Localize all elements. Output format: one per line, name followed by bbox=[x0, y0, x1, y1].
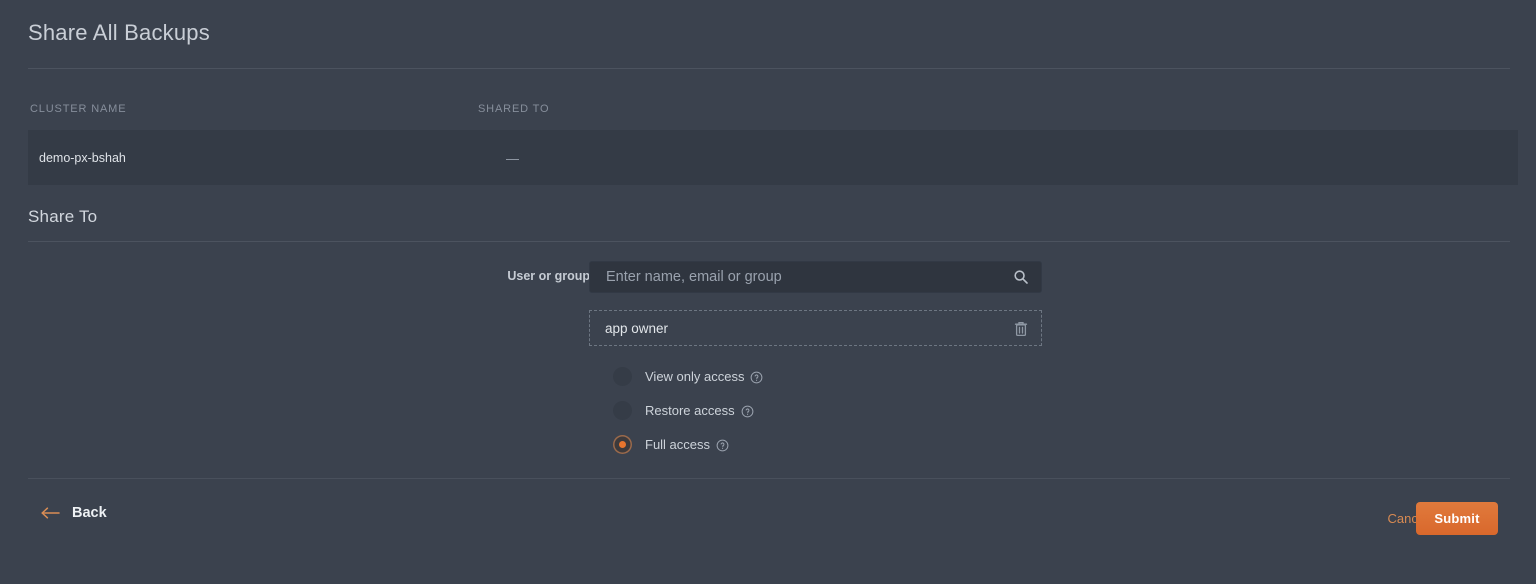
radio-option-restore-access[interactable]: Restore access bbox=[613, 393, 763, 427]
table-row[interactable]: demo-px-bshah — bbox=[28, 130, 1518, 185]
back-button[interactable]: Back bbox=[40, 505, 107, 521]
radio-mark[interactable] bbox=[613, 400, 632, 420]
header-divider bbox=[28, 68, 1510, 69]
radio-option-full-access[interactable]: Full access bbox=[613, 427, 763, 461]
help-circle-icon[interactable] bbox=[741, 405, 754, 418]
cell-shared-to: — bbox=[506, 151, 519, 166]
selected-user-chip[interactable]: app owner bbox=[589, 310, 1042, 346]
user-search-field[interactable] bbox=[589, 261, 1042, 293]
submit-button[interactable]: Submit bbox=[1416, 502, 1498, 535]
share-to-section-title: Share To bbox=[28, 207, 98, 226]
radio-label: Full access bbox=[645, 436, 711, 452]
column-header-shared-to: SHARED TO bbox=[478, 103, 550, 115]
help-circle-icon[interactable] bbox=[716, 439, 729, 452]
selected-user-name: app owner bbox=[605, 321, 669, 336]
help-circle-icon[interactable] bbox=[750, 371, 763, 384]
back-button-label: Back bbox=[72, 505, 107, 521]
cell-cluster-name: demo-px-bshah bbox=[39, 151, 126, 165]
radio-option-view-only-access[interactable]: View only access bbox=[613, 359, 763, 393]
radio-mark[interactable] bbox=[613, 366, 632, 386]
footer-divider bbox=[28, 478, 1510, 479]
access-level-radio-group[interactable]: View only access Restore access Full acc… bbox=[613, 359, 763, 461]
radio-mark[interactable] bbox=[613, 434, 632, 454]
column-header-cluster-name: CLUSTER NAME bbox=[30, 103, 127, 115]
arrow-left-icon bbox=[40, 506, 60, 520]
page-title: Share All Backups bbox=[28, 20, 210, 45]
search-input[interactable] bbox=[590, 262, 1041, 292]
radio-label: Restore access bbox=[645, 402, 735, 418]
radio-label: View only access bbox=[645, 368, 745, 384]
share-to-divider bbox=[28, 241, 1510, 242]
user-or-group-label: User or group bbox=[507, 269, 590, 283]
table-header: CLUSTER NAME SHARED TO bbox=[0, 103, 1536, 125]
trash-icon[interactable] bbox=[1013, 320, 1029, 338]
